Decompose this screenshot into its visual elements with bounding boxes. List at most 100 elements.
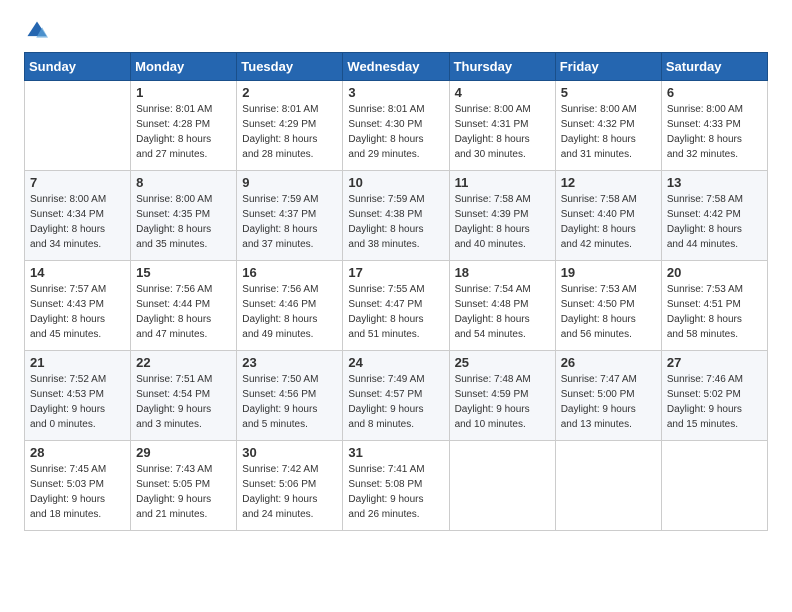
calendar-cell: 28 Sunrise: 7:45 AM Sunset: 5:03 PM Dayli… (25, 441, 131, 531)
day-info: Sunrise: 8:01 AM Sunset: 4:30 PM Dayligh… (348, 102, 443, 162)
calendar-cell: 11 Sunrise: 7:58 AM Sunset: 4:39 PM Dayli… (449, 171, 555, 261)
calendar-cell: 15 Sunrise: 7:56 AM Sunset: 4:44 PM Dayli… (131, 261, 237, 351)
calendar-cell: 21 Sunrise: 7:52 AM Sunset: 4:53 PM Dayli… (25, 351, 131, 441)
day-info: Sunrise: 7:51 AM Sunset: 4:54 PM Dayligh… (136, 372, 231, 432)
day-number: 14 (30, 265, 125, 280)
day-number: 6 (667, 85, 762, 100)
day-number: 30 (242, 445, 337, 460)
day-info: Sunrise: 7:56 AM Sunset: 4:46 PM Dayligh… (242, 282, 337, 342)
day-info: Sunrise: 7:55 AM Sunset: 4:47 PM Dayligh… (348, 282, 443, 342)
day-info: Sunrise: 8:00 AM Sunset: 4:31 PM Dayligh… (455, 102, 550, 162)
calendar-cell: 26 Sunrise: 7:47 AM Sunset: 5:00 PM Dayli… (555, 351, 661, 441)
day-info: Sunrise: 7:59 AM Sunset: 4:38 PM Dayligh… (348, 192, 443, 252)
page-header (24, 20, 768, 42)
day-info: Sunrise: 7:50 AM Sunset: 4:56 PM Dayligh… (242, 372, 337, 432)
day-number: 9 (242, 175, 337, 190)
day-number: 22 (136, 355, 231, 370)
calendar-cell (555, 441, 661, 531)
calendar-cell: 9 Sunrise: 7:59 AM Sunset: 4:37 PM Daylig… (237, 171, 343, 261)
calendar-cell: 17Sunrise: 7:55 AM Sunset: 4:47 PM Dayli… (343, 261, 449, 351)
day-number: 10 (348, 175, 443, 190)
day-number: 27 (667, 355, 762, 370)
calendar-cell: 19 Sunrise: 7:53 AM Sunset: 4:50 PM Dayli… (555, 261, 661, 351)
day-info: Sunrise: 7:46 AM Sunset: 5:02 PM Dayligh… (667, 372, 762, 432)
weekday-header: Monday (131, 53, 237, 81)
calendar-week-row: 28 Sunrise: 7:45 AM Sunset: 5:03 PM Dayli… (25, 441, 768, 531)
calendar-cell: 25Sunrise: 7:48 AM Sunset: 4:59 PM Dayli… (449, 351, 555, 441)
day-info: Sunrise: 7:56 AM Sunset: 4:44 PM Dayligh… (136, 282, 231, 342)
day-info: Sunrise: 7:58 AM Sunset: 4:40 PM Dayligh… (561, 192, 656, 252)
day-number: 13 (667, 175, 762, 190)
day-info: Sunrise: 7:58 AM Sunset: 4:42 PM Dayligh… (667, 192, 762, 252)
calendar-cell: 24Sunrise: 7:49 AM Sunset: 4:57 PM Dayli… (343, 351, 449, 441)
calendar-cell: 8 Sunrise: 8:00 AM Sunset: 4:35 PM Daylig… (131, 171, 237, 261)
weekday-header: Wednesday (343, 53, 449, 81)
day-number: 21 (30, 355, 125, 370)
logo-icon (26, 20, 48, 42)
day-info: Sunrise: 7:59 AM Sunset: 4:37 PM Dayligh… (242, 192, 337, 252)
calendar-cell: 1 Sunrise: 8:01 AM Sunset: 4:28 PM Daylig… (131, 81, 237, 171)
day-info: Sunrise: 8:00 AM Sunset: 4:34 PM Dayligh… (30, 192, 125, 252)
calendar-cell (25, 81, 131, 171)
day-number: 31 (348, 445, 443, 460)
day-info: Sunrise: 8:01 AM Sunset: 4:28 PM Dayligh… (136, 102, 231, 162)
day-info: Sunrise: 8:01 AM Sunset: 4:29 PM Dayligh… (242, 102, 337, 162)
day-info: Sunrise: 7:53 AM Sunset: 4:50 PM Dayligh… (561, 282, 656, 342)
day-number: 2 (242, 85, 337, 100)
weekday-header: Tuesday (237, 53, 343, 81)
day-number: 3 (348, 85, 443, 100)
day-number: 11 (455, 175, 550, 190)
calendar-cell: 6 Sunrise: 8:00 AM Sunset: 4:33 PM Daylig… (661, 81, 767, 171)
calendar-week-row: 1 Sunrise: 8:01 AM Sunset: 4:28 PM Daylig… (25, 81, 768, 171)
day-info: Sunrise: 7:54 AM Sunset: 4:48 PM Dayligh… (455, 282, 550, 342)
day-number: 15 (136, 265, 231, 280)
calendar-cell: 31 Sunrise: 7:41 AM Sunset: 5:08 PM Dayli… (343, 441, 449, 531)
calendar-cell: 20Sunrise: 7:53 AM Sunset: 4:51 PM Dayli… (661, 261, 767, 351)
day-number: 12 (561, 175, 656, 190)
day-info: Sunrise: 7:45 AM Sunset: 5:03 PM Dayligh… (30, 462, 125, 522)
calendar-cell: 29 Sunrise: 7:43 AM Sunset: 5:05 PM Dayli… (131, 441, 237, 531)
day-info: Sunrise: 7:47 AM Sunset: 5:00 PM Dayligh… (561, 372, 656, 432)
day-info: Sunrise: 7:49 AM Sunset: 4:57 PM Dayligh… (348, 372, 443, 432)
day-number: 26 (561, 355, 656, 370)
day-number: 29 (136, 445, 231, 460)
logo (24, 20, 48, 42)
calendar-cell: 10 Sunrise: 7:59 AM Sunset: 4:38 PM Dayli… (343, 171, 449, 261)
calendar-cell: 16 Sunrise: 7:56 AM Sunset: 4:46 PM Dayli… (237, 261, 343, 351)
calendar-week-row: 7 Sunrise: 8:00 AM Sunset: 4:34 PM Daylig… (25, 171, 768, 261)
day-info: Sunrise: 7:42 AM Sunset: 5:06 PM Dayligh… (242, 462, 337, 522)
day-number: 16 (242, 265, 337, 280)
day-info: Sunrise: 7:57 AM Sunset: 4:43 PM Dayligh… (30, 282, 125, 342)
calendar-cell: 3 Sunrise: 8:01 AM Sunset: 4:30 PM Daylig… (343, 81, 449, 171)
day-info: Sunrise: 7:43 AM Sunset: 5:05 PM Dayligh… (136, 462, 231, 522)
day-info: Sunrise: 7:41 AM Sunset: 5:08 PM Dayligh… (348, 462, 443, 522)
calendar-cell: 23Sunrise: 7:50 AM Sunset: 4:56 PM Dayli… (237, 351, 343, 441)
day-number: 28 (30, 445, 125, 460)
weekday-header: Sunday (25, 53, 131, 81)
calendar-week-row: 21 Sunrise: 7:52 AM Sunset: 4:53 PM Dayli… (25, 351, 768, 441)
weekday-header: Friday (555, 53, 661, 81)
day-info: Sunrise: 7:48 AM Sunset: 4:59 PM Dayligh… (455, 372, 550, 432)
calendar-header-row: SundayMondayTuesdayWednesdayThursdayFrid… (25, 53, 768, 81)
calendar-cell: 27 Sunrise: 7:46 AM Sunset: 5:02 PM Dayli… (661, 351, 767, 441)
day-info: Sunrise: 8:00 AM Sunset: 4:32 PM Dayligh… (561, 102, 656, 162)
day-number: 1 (136, 85, 231, 100)
calendar-cell: 12 Sunrise: 7:58 AM Sunset: 4:40 PM Dayli… (555, 171, 661, 261)
calendar-cell: 30 Sunrise: 7:42 AM Sunset: 5:06 PM Dayli… (237, 441, 343, 531)
day-info: Sunrise: 8:00 AM Sunset: 4:35 PM Dayligh… (136, 192, 231, 252)
day-info: Sunrise: 7:58 AM Sunset: 4:39 PM Dayligh… (455, 192, 550, 252)
day-info: Sunrise: 7:52 AM Sunset: 4:53 PM Dayligh… (30, 372, 125, 432)
calendar-cell: 22 Sunrise: 7:51 AM Sunset: 4:54 PM Dayli… (131, 351, 237, 441)
calendar-cell (449, 441, 555, 531)
calendar-cell: 13 Sunrise: 7:58 AM Sunset: 4:42 PM Dayli… (661, 171, 767, 261)
calendar-cell (661, 441, 767, 531)
day-number: 19 (561, 265, 656, 280)
calendar-cell: 18Sunrise: 7:54 AM Sunset: 4:48 PM Dayli… (449, 261, 555, 351)
day-number: 8 (136, 175, 231, 190)
day-info: Sunrise: 8:00 AM Sunset: 4:33 PM Dayligh… (667, 102, 762, 162)
day-number: 4 (455, 85, 550, 100)
day-number: 20 (667, 265, 762, 280)
weekday-header: Saturday (661, 53, 767, 81)
day-number: 7 (30, 175, 125, 190)
calendar-cell: 2 Sunrise: 8:01 AM Sunset: 4:29 PM Daylig… (237, 81, 343, 171)
